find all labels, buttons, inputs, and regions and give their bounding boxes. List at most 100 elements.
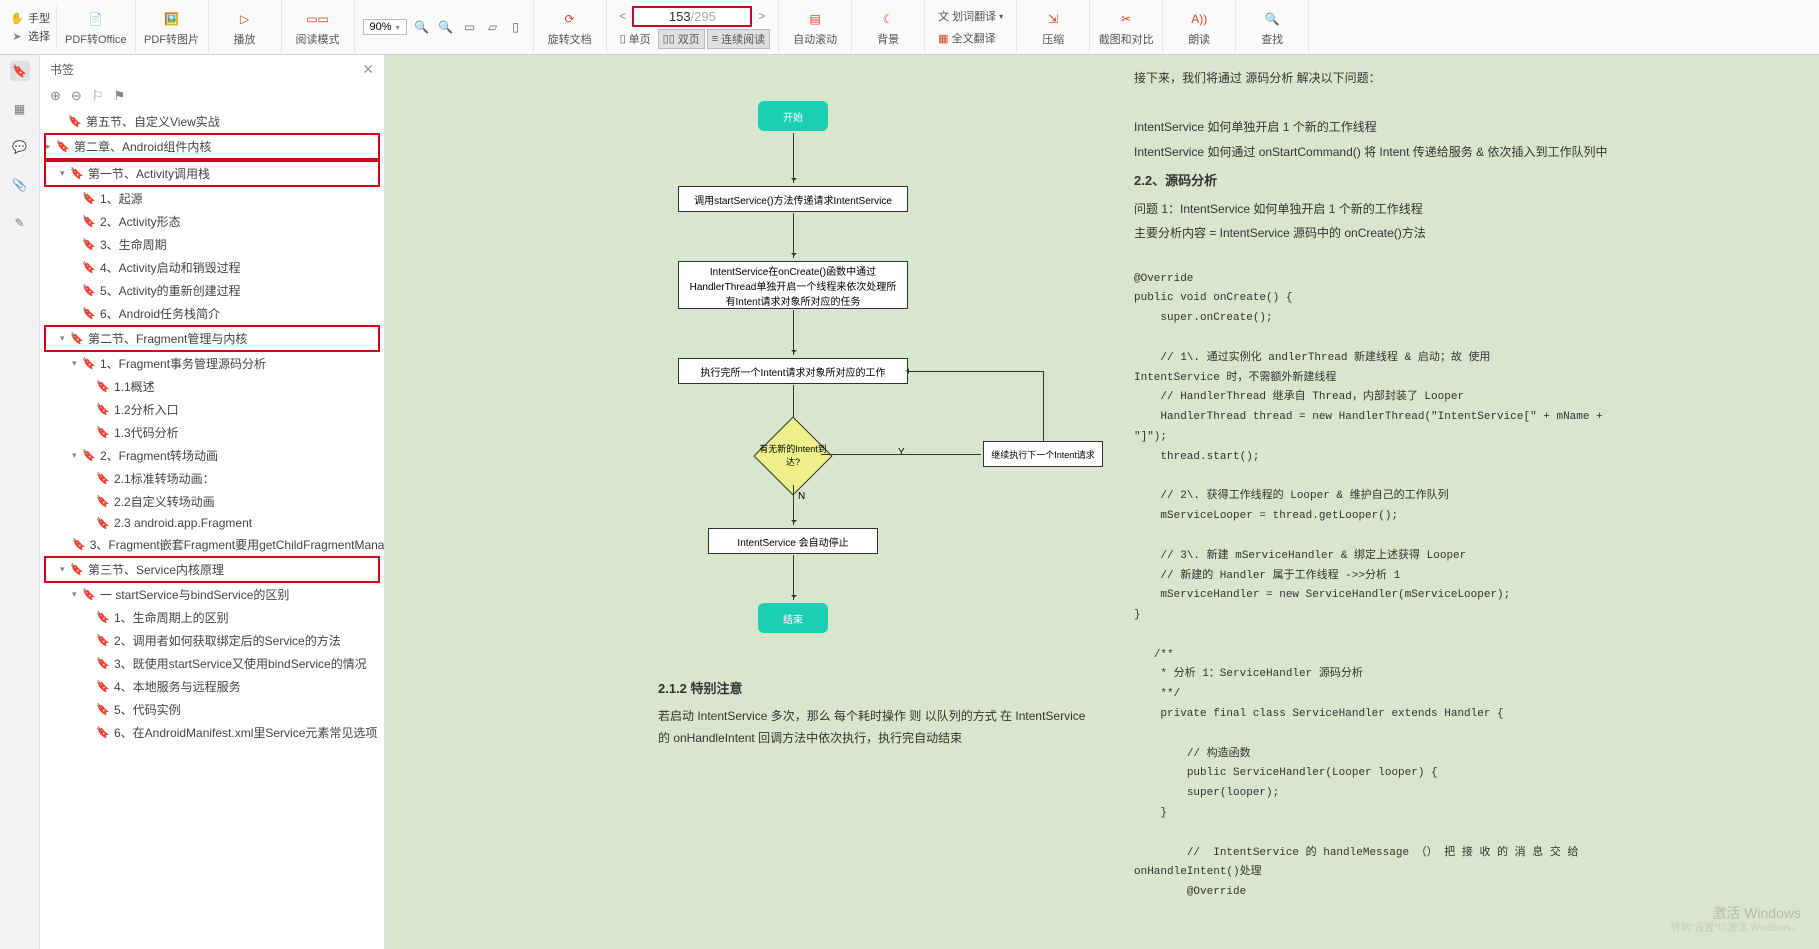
question1b: 主要分析内容 = IntentService 源码中的 onCreate()方法 — [1134, 223, 1698, 245]
read-aloud-button[interactable]: A))朗读 — [1171, 8, 1227, 47]
bookmark-item[interactable]: 🔖3、Fragment嵌套Fragment要用getChildFragmentM… — [44, 533, 380, 556]
translate-icon: 文 — [938, 8, 949, 24]
bookmark-item[interactable]: ▾🔖一 startService与bindService的区别 — [44, 583, 380, 606]
question1: 问题 1：IntentService 如何单独开启 1 个新的工作线程 — [1134, 199, 1698, 221]
intro-text: 接下来，我们将通过 源码分析 解决以下问题： — [1134, 68, 1698, 90]
doc-icon: 📄 — [85, 8, 107, 30]
comments-tab-icon[interactable]: 💬 — [10, 137, 30, 157]
auto-scroll-button[interactable]: ▤自动滚动 — [787, 8, 843, 47]
bookmark-item[interactable]: ▾🔖第一节、Activity调用栈 — [44, 160, 380, 187]
pdf-to-office-button[interactable]: 📄PDF转Office — [65, 8, 127, 47]
page-left: 开始 调用startService()方法传递请求IntentService I… — [498, 61, 1118, 891]
camera-icon: ✂ — [1115, 8, 1137, 30]
bookmark-item[interactable]: 🔖3、生命周期 — [44, 233, 380, 256]
play-button[interactable]: ▷播放 — [217, 8, 273, 47]
line2: IntentService 如何通过 onStartCommand() 将 In… — [1134, 142, 1698, 164]
heading-22: 2.2、源码分析 — [1134, 169, 1698, 192]
bookmark-tab-icon[interactable]: 🔖 — [10, 61, 30, 81]
bookmark-item[interactable]: 🔖2.1标准转场动画： — [44, 467, 380, 490]
fc-end: 结束 — [758, 603, 828, 633]
bookmark-item[interactable]: 🔖6、Android任务栈简介 — [44, 302, 380, 325]
section-text: 若启动 IntentService 多次，那么 每个耗时操作 则 以队列的方式 … — [658, 706, 1098, 749]
translate-all-icon: ▦ — [938, 32, 948, 45]
bookmark-item[interactable]: ▾🔖2、Fragment转场动画 — [44, 444, 380, 467]
sidebar-title: 书签 — [50, 61, 74, 78]
bookmark-item[interactable]: 🔖1.1概述 — [44, 375, 380, 398]
compress-icon: ⇲ — [1042, 8, 1064, 30]
search-icon: 🔍 — [1261, 8, 1283, 30]
continuous-icon: ≡ — [712, 33, 718, 45]
bookmark-item[interactable]: 🔖1.3代码分析 — [44, 421, 380, 444]
bookmark-item[interactable]: 🔖2.2自定义转场动画 — [44, 490, 380, 513]
rotate-icon: ⟳ — [559, 8, 581, 30]
fit-width-icon[interactable]: ▭ — [461, 18, 479, 36]
document-viewport[interactable]: 开始 调用startService()方法传递请求IntentService I… — [385, 55, 1819, 949]
bookmark-item[interactable]: 🔖4、Activity启动和销毁过程 — [44, 256, 380, 279]
speaker-icon: A)) — [1188, 8, 1210, 30]
fit-height-icon[interactable]: ▯ — [507, 18, 525, 36]
bookmark-item[interactable]: 🔖5、Activity的重新创建过程 — [44, 279, 380, 302]
dict-translate-button[interactable]: 文划词翻译▾ — [933, 6, 1008, 26]
page-number-input[interactable]: 153/295 — [632, 6, 752, 27]
hand-tool[interactable]: ✋手型 — [10, 10, 50, 26]
pdf-to-image-button[interactable]: 🖼️PDF转图片 — [144, 8, 200, 47]
prev-page-button[interactable]: < — [619, 9, 626, 23]
continuous-button[interactable]: ≡连续阅读 — [707, 29, 770, 49]
bookmark-item[interactable]: 🔖3、既使用startService又使用bindService的情况 — [44, 652, 380, 675]
bookmark-item[interactable]: 🔖5、代码实例 — [44, 698, 380, 721]
fc-step1: 调用startService()方法传递请求IntentService — [678, 186, 908, 212]
thumbnails-tab-icon[interactable]: ▦ — [10, 99, 30, 119]
code-block: @Override public void onCreate() { super… — [1134, 270, 1698, 904]
bookmarks-sidebar: 书签 ✕ ⊕ ⊖ ⚐ ⚑ 🔖第五节、自定义View实战▸🔖第二章、Android… — [40, 55, 385, 949]
fc-decision: 有无新的Intent到达? — [753, 426, 833, 486]
moon-icon: ☾ — [877, 8, 899, 30]
hand-icon: ✋ — [10, 11, 24, 25]
single-page-button[interactable]: ▯单页 — [615, 29, 656, 49]
read-mode-button[interactable]: ▭▭阅读模式 — [290, 8, 346, 47]
attachments-tab-icon[interactable]: 📎 — [10, 175, 30, 195]
find-button[interactable]: 🔍查找 — [1244, 8, 1300, 47]
double-page-button[interactable]: ▯▯双页 — [658, 29, 705, 49]
book-icon: ▭▭ — [307, 8, 329, 30]
fc-start: 开始 — [758, 101, 828, 131]
background-button[interactable]: ☾背景 — [860, 8, 916, 47]
zoom-out-button[interactable]: 🔍 — [413, 18, 431, 36]
bookmark-item[interactable]: 🔖1、起源 — [44, 187, 380, 210]
fit-page-icon[interactable]: ▱ — [484, 18, 502, 36]
bookmark-item[interactable]: 🔖第五节、自定义View实战 — [44, 110, 380, 133]
bookmark-item[interactable]: ▾🔖第三节、Service内核原理 — [44, 556, 380, 583]
image-icon: 🖼️ — [161, 8, 183, 30]
screenshot-button[interactable]: ✂截图和对比 — [1098, 8, 1154, 47]
bookmark-item[interactable]: ▾🔖1、Fragment事务管理源码分析 — [44, 352, 380, 375]
bookmark-item[interactable]: 🔖1、生命周期上的区别 — [44, 606, 380, 629]
bookmark-item[interactable]: ▸🔖第二章、Android组件内核 — [44, 133, 380, 160]
select-tool[interactable]: ➤选择 — [10, 28, 50, 44]
zoom-in-button[interactable]: 🔍 — [437, 18, 455, 36]
bookmark-item[interactable]: ▾🔖第二节、Fragment管理与内核 — [44, 325, 380, 352]
bookmark-flag-icon[interactable]: ⚐ — [92, 88, 104, 104]
zoom-select[interactable]: 90%▾ — [363, 19, 407, 35]
bookmark-item[interactable]: 🔖2、Activity形态 — [44, 210, 380, 233]
bookmark-tree: 🔖第五节、自定义View实战▸🔖第二章、Android组件内核▾🔖第一节、Act… — [40, 108, 384, 949]
bookmark-item[interactable]: 🔖6、在AndroidManifest.xml里Service元素常见选项 — [44, 721, 380, 744]
delete-bookmark-icon[interactable]: ⊖ — [71, 88, 82, 104]
add-bookmark-icon[interactable]: ⊕ — [50, 88, 61, 104]
next-page-button[interactable]: > — [758, 9, 765, 23]
bookmark-outline-icon[interactable]: ⚑ — [113, 88, 125, 104]
fc-step2: IntentService在onCreate()函数中通过HandlerThre… — [678, 261, 908, 309]
play-icon: ▷ — [234, 8, 256, 30]
sidebar-close-button[interactable]: ✕ — [362, 61, 374, 78]
scroll-icon: ▤ — [804, 8, 826, 30]
bookmark-item[interactable]: 🔖1.2分析入口 — [44, 398, 380, 421]
full-translate-button[interactable]: ▦全文翻译 — [933, 28, 1008, 48]
bookmark-item[interactable]: 🔖4、本地服务与远程服务 — [44, 675, 380, 698]
bookmark-item[interactable]: 🔖2、调用者如何获取绑定后的Service的方法 — [44, 629, 380, 652]
section-heading: 2.1.2 特别注意 — [658, 677, 1098, 700]
compress-button[interactable]: ⇲压缩 — [1025, 8, 1081, 47]
edit-tab-icon[interactable]: ✎ — [10, 213, 30, 233]
fc-stop: IntentService 会自动停止 — [708, 528, 878, 554]
fc-continue: 继续执行下一个Intent请求 — [983, 441, 1103, 467]
bookmark-item[interactable]: 🔖2.3 android.app.Fragment — [44, 513, 380, 533]
windows-activation-watermark: 激活 Windows 转到"设置"以激活 Windows。 — [1671, 904, 1801, 935]
rotate-button[interactable]: ⟳旋转文档 — [542, 8, 598, 47]
